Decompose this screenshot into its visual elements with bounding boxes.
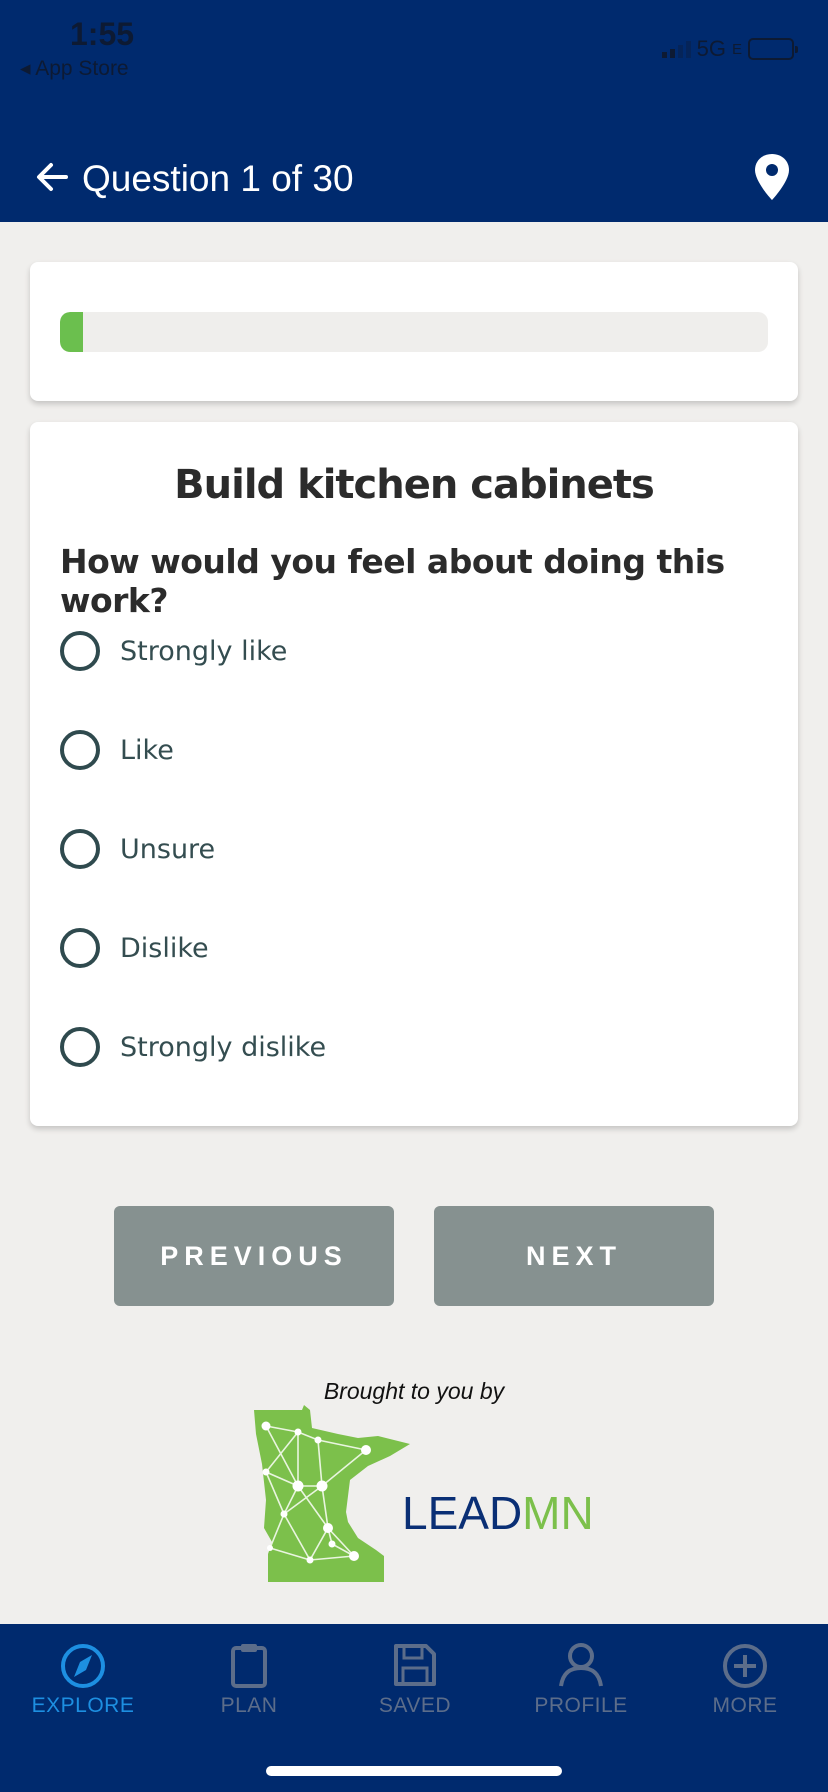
radio-button[interactable]	[60, 928, 100, 968]
bottom-tab-bar: EXPLORE PLAN SAVED PROFILE MORE	[0, 1624, 828, 1792]
tab-saved[interactable]: SAVED	[332, 1642, 498, 1718]
person-icon	[559, 1643, 603, 1687]
arrow-left-icon[interactable]	[34, 159, 70, 195]
battery-icon	[748, 38, 798, 60]
option-unsure[interactable]: Unsure	[60, 824, 215, 874]
status-back-label: App Store	[35, 57, 129, 80]
option-label: Strongly like	[120, 635, 288, 667]
option-label: Unsure	[120, 833, 216, 865]
radio-button[interactable]	[60, 1027, 100, 1067]
leadmn-wordmark: LEADMN	[402, 1486, 594, 1540]
progress-fill	[60, 312, 84, 352]
network-type: 5G	[696, 36, 726, 61]
progress-bar	[60, 312, 768, 352]
question-prompt: How would you feel about doing this work…	[60, 542, 725, 620]
option-label: Like	[120, 734, 174, 766]
home-indicator[interactable]	[266, 1766, 562, 1776]
status-time: 1:55	[70, 16, 135, 52]
wordmark-mn: MN	[522, 1487, 594, 1539]
status-bar: 1:55 ◂ App Store 5G E	[0, 0, 828, 120]
tab-label: EXPLORE	[31, 1694, 135, 1717]
radio-button[interactable]	[60, 730, 100, 770]
tab-explore[interactable]: EXPLORE	[0, 1642, 166, 1718]
tab-label: PLAN	[220, 1694, 278, 1717]
wordmark-lead: LEAD	[402, 1487, 523, 1539]
question-title: Build kitchen cabinets	[174, 462, 655, 508]
floppy-disk-icon	[394, 1644, 436, 1686]
option-label: Strongly dislike	[120, 1031, 327, 1063]
question-card: Build kitchen cabinets How would you fee…	[30, 422, 798, 1126]
compass-icon	[61, 1644, 105, 1688]
status-back-to-app[interactable]: ◂ App Store	[20, 56, 129, 81]
option-like[interactable]: Like	[60, 725, 174, 775]
status-indicators: 5G E	[661, 36, 798, 62]
radio-button[interactable]	[60, 829, 100, 869]
next-button[interactable]: NEXT	[434, 1206, 714, 1306]
option-dislike[interactable]: Dislike	[60, 923, 209, 973]
progress-card	[30, 262, 798, 401]
page-title: Question 1 of 30	[82, 158, 354, 199]
tab-label: SAVED	[378, 1694, 452, 1717]
network-suffix: E	[731, 40, 742, 58]
plus-circle-icon	[723, 1644, 767, 1688]
option-strongly-like[interactable]: Strongly like	[60, 626, 287, 676]
previous-button[interactable]: PREVIOUS	[114, 1206, 394, 1306]
tab-label: MORE	[712, 1694, 778, 1717]
tab-more[interactable]: MORE	[662, 1642, 828, 1718]
minnesota-map-logo	[254, 1405, 410, 1582]
tab-profile[interactable]: PROFILE	[498, 1642, 664, 1718]
tab-label: PROFILE	[534, 1694, 628, 1717]
tab-plan[interactable]: PLAN	[166, 1642, 332, 1718]
signal-icon	[661, 40, 691, 58]
radio-button[interactable]	[60, 631, 100, 671]
option-strongly-dislike[interactable]: Strongly dislike	[60, 1022, 326, 1072]
map-pin-icon[interactable]	[752, 152, 792, 202]
clipboard-icon	[231, 1644, 267, 1688]
sponsor-caption: Brought to you by	[323, 1378, 505, 1404]
option-label: Dislike	[120, 932, 209, 964]
